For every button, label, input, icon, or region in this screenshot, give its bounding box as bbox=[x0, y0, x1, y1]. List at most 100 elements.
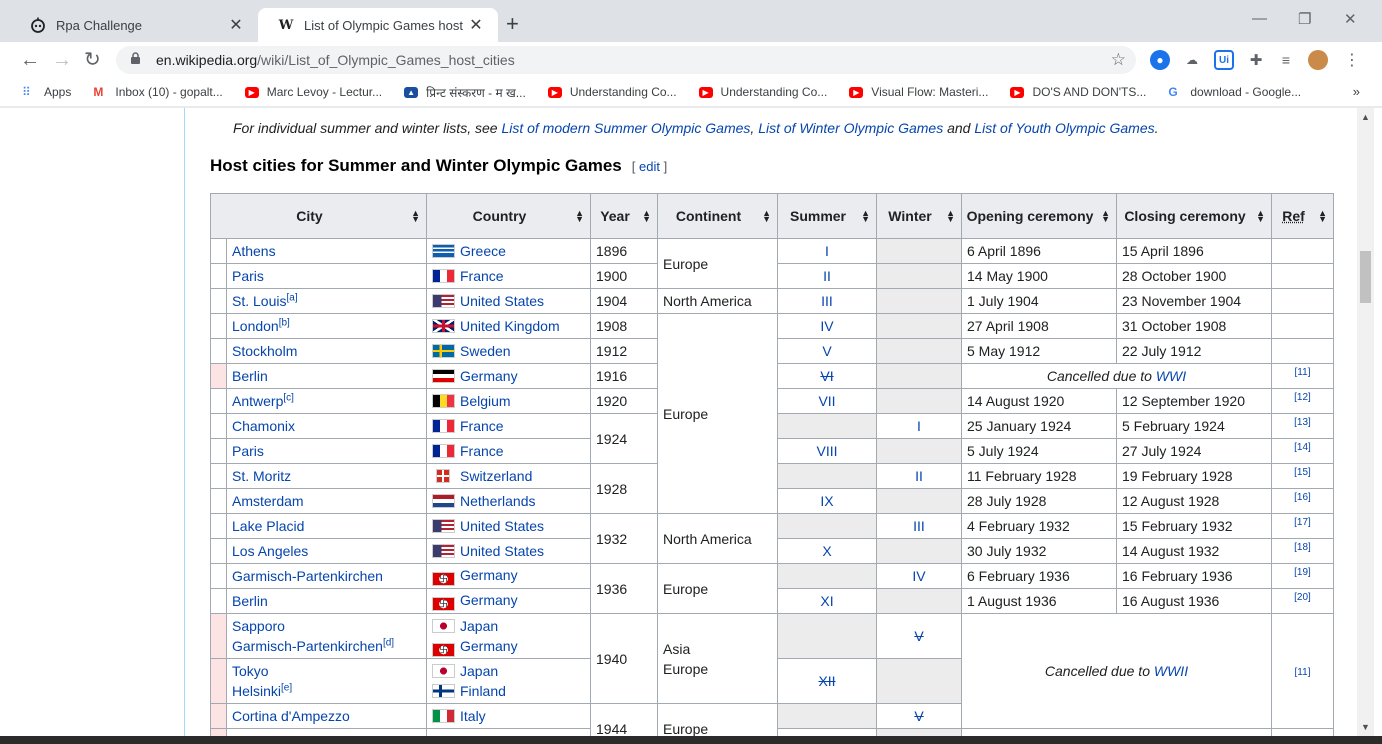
scrollbar-thumb[interactable] bbox=[1360, 251, 1371, 303]
reference-link[interactable]: [19] bbox=[1294, 567, 1311, 578]
sort-icon[interactable]: ▲ ▼ bbox=[1101, 209, 1110, 224]
country-link[interactable]: France bbox=[460, 443, 504, 459]
country-link[interactable]: Finland bbox=[460, 683, 506, 699]
city-link[interactable]: Athens bbox=[232, 243, 276, 259]
games-link[interactable]: V bbox=[914, 708, 923, 724]
sort-icon[interactable]: ▲ ▼ bbox=[762, 209, 771, 224]
vertical-scrollbar[interactable]: ▲ ▼ bbox=[1357, 108, 1374, 736]
link-summer-games[interactable]: List of modern Summer Olympic Games bbox=[501, 120, 750, 136]
sort-icon[interactable]: ▲ ▼ bbox=[1256, 209, 1265, 224]
wwii-link[interactable]: WWII bbox=[1154, 663, 1188, 679]
games-link[interactable]: XII bbox=[818, 673, 835, 689]
games-link[interactable]: V bbox=[914, 628, 923, 644]
sort-icon[interactable]: ▲ ▼ bbox=[642, 209, 651, 224]
country-link[interactable]: United States bbox=[460, 518, 544, 534]
games-link[interactable]: IV bbox=[820, 318, 833, 334]
footnote-link[interactable]: [d] bbox=[383, 637, 394, 648]
city-link[interactable]: London bbox=[232, 318, 279, 334]
games-link[interactable]: III bbox=[821, 293, 833, 309]
minimize-icon[interactable]: — bbox=[1252, 10, 1267, 27]
reference-link[interactable]: [11] bbox=[1295, 667, 1311, 678]
link-youth-games[interactable]: List of Youth Olympic Games bbox=[974, 120, 1154, 136]
footnote-link[interactable]: [b] bbox=[279, 317, 290, 328]
bookmark-youtube-4[interactable]: ▶ Visual Flow: Masteri... bbox=[849, 85, 988, 99]
city-link[interactable]: Garmisch-Partenkirchen bbox=[232, 638, 383, 654]
address-bar[interactable]: en.wikipedia.org/wiki/List_of_Olympic_Ga… bbox=[116, 46, 1136, 74]
column-header-city[interactable]: City ▲ ▼ bbox=[210, 193, 427, 239]
tab-rpa-challenge[interactable]: Rpa Challenge ✕ bbox=[10, 8, 258, 42]
city-link[interactable]: Stockholm bbox=[232, 343, 297, 359]
country-link[interactable]: United States bbox=[460, 293, 544, 309]
uipath-extension-icon[interactable]: Ui bbox=[1214, 50, 1234, 70]
country-link[interactable]: Belgium bbox=[460, 393, 511, 409]
country-link[interactable]: Netherlands bbox=[460, 493, 536, 509]
column-header-opening[interactable]: Opening ceremony ▲ ▼ bbox=[961, 193, 1117, 239]
media-control-icon[interactable]: ≡ bbox=[1276, 50, 1296, 70]
city-link[interactable]: St. Louis bbox=[232, 293, 286, 309]
reference-link[interactable]: [18] bbox=[1294, 542, 1311, 553]
games-link[interactable]: I bbox=[825, 243, 829, 259]
reload-icon[interactable]: ↻ bbox=[84, 48, 101, 72]
country-link[interactable]: Greece bbox=[460, 243, 506, 259]
city-link[interactable]: Los Angeles bbox=[232, 543, 308, 559]
games-link[interactable]: III bbox=[913, 518, 925, 534]
country-link[interactable]: Germany bbox=[460, 368, 518, 384]
column-header-closing[interactable]: Closing ceremony ▲ ▼ bbox=[1116, 193, 1272, 239]
city-link[interactable]: Antwerp bbox=[232, 393, 283, 409]
sort-icon[interactable]: ▲ ▼ bbox=[1318, 209, 1327, 224]
column-header-country[interactable]: Country ▲ ▼ bbox=[426, 193, 591, 239]
games-link[interactable]: XI bbox=[820, 593, 833, 609]
bookmark-youtube-2[interactable]: ▶ Understanding Co... bbox=[547, 85, 677, 99]
bookmark-site[interactable]: ▲ प्रिन्ट संस्करण - म ख... bbox=[404, 84, 526, 101]
games-link[interactable]: VI bbox=[820, 368, 833, 384]
column-header-winter[interactable]: Winter ▲ ▼ bbox=[876, 193, 962, 239]
games-link[interactable]: IV bbox=[912, 568, 925, 584]
games-link[interactable]: VIII bbox=[816, 443, 837, 459]
reference-link[interactable]: [12] bbox=[1294, 392, 1311, 403]
city-link[interactable]: Lake Placid bbox=[232, 518, 304, 534]
back-icon[interactable]: ← bbox=[20, 48, 40, 72]
reference-link[interactable]: [11] bbox=[1295, 367, 1311, 378]
reference-link[interactable]: [17] bbox=[1294, 517, 1311, 528]
sort-icon[interactable]: ▲ ▼ bbox=[946, 209, 955, 224]
country-link[interactable]: Sweden bbox=[460, 343, 511, 359]
more-bookmarks-icon[interactable]: » bbox=[1353, 84, 1360, 99]
sort-icon[interactable]: ▲ ▼ bbox=[575, 209, 584, 224]
city-link[interactable]: Amsterdam bbox=[232, 493, 304, 509]
bookmark-apps[interactable]: ⠿ Apps bbox=[22, 85, 71, 99]
sort-icon[interactable]: ▲ ▼ bbox=[861, 209, 870, 224]
footnote-link[interactable]: [c] bbox=[283, 392, 294, 403]
country-link[interactable]: Japan bbox=[460, 618, 498, 634]
country-link[interactable]: Germany bbox=[460, 592, 518, 608]
games-link[interactable]: II bbox=[915, 468, 923, 484]
city-link[interactable]: Berlin bbox=[232, 593, 268, 609]
city-link[interactable]: Cortina d'Ampezzo bbox=[232, 708, 350, 724]
avatar[interactable] bbox=[1308, 50, 1328, 70]
edit-link[interactable]: edit bbox=[639, 159, 660, 174]
city-link[interactable]: St. Moritz bbox=[232, 468, 291, 484]
country-link[interactable]: Germany bbox=[460, 567, 518, 583]
column-header-summer[interactable]: Summer ▲ ▼ bbox=[777, 193, 877, 239]
close-icon[interactable]: ✕ bbox=[466, 15, 486, 35]
bookmark-youtube-5[interactable]: ▶ DO'S AND DON'TS... bbox=[1010, 85, 1146, 99]
city-link[interactable]: Chamonix bbox=[232, 418, 295, 434]
country-link[interactable]: Italy bbox=[460, 708, 486, 724]
games-link[interactable]: V bbox=[822, 343, 831, 359]
bookmark-youtube-1[interactable]: ▶ Marc Levoy - Lectur... bbox=[244, 85, 382, 99]
country-link[interactable]: France bbox=[460, 268, 504, 284]
bookmark-youtube-3[interactable]: ▶ Understanding Co... bbox=[698, 85, 827, 99]
window-close-icon[interactable]: ✕ bbox=[1344, 10, 1357, 28]
footnote-link[interactable]: [a] bbox=[286, 292, 297, 303]
bookmark-star-icon[interactable]: ☆ bbox=[1111, 50, 1126, 70]
reference-link[interactable]: [13] bbox=[1294, 417, 1311, 428]
city-link[interactable]: Sapporo bbox=[232, 618, 285, 634]
country-link[interactable]: United States bbox=[460, 543, 544, 559]
country-link[interactable]: Switzerland bbox=[460, 468, 532, 484]
maximize-icon[interactable]: ❐ bbox=[1298, 10, 1311, 28]
games-link[interactable]: II bbox=[823, 268, 831, 284]
city-link[interactable]: Paris bbox=[232, 268, 264, 284]
games-link[interactable]: X bbox=[822, 543, 831, 559]
games-link[interactable]: VII bbox=[818, 393, 835, 409]
games-link[interactable]: IX bbox=[820, 493, 833, 509]
close-icon[interactable]: ✕ bbox=[226, 15, 246, 35]
